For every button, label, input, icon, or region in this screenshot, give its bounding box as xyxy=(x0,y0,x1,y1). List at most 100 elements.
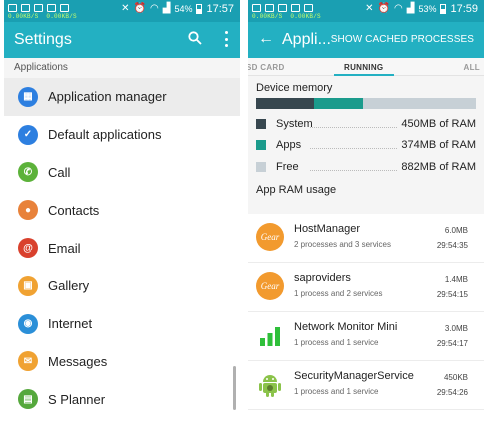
process-row-saproviders[interactable]: Gear saproviders 1 process and 2 service… xyxy=(248,263,484,312)
process-details: 1 process and 1 service xyxy=(294,338,379,347)
battery-icon xyxy=(196,4,203,14)
more-options-icon[interactable] xyxy=(224,31,228,47)
legend-label: Apps xyxy=(276,139,302,152)
process-list: Gear HostManager 2 processes and 3 servi… xyxy=(248,214,484,424)
tab-running[interactable]: RUNNING xyxy=(344,63,383,72)
message-icon: ✉ xyxy=(18,351,38,372)
download-speed: 0.00KB/S xyxy=(290,13,321,20)
tab-sd-card[interactable]: SD CARD xyxy=(248,63,285,72)
settings-item-label: Contacts xyxy=(48,202,100,218)
section-header: Applications xyxy=(14,62,68,73)
process-name: Network Monitor Mini xyxy=(294,321,398,333)
settings-item-label: Application manager xyxy=(48,89,167,105)
signal-icon: ▟ xyxy=(406,3,415,14)
calendar-icon: ▤ xyxy=(18,389,38,410)
legend-value: 374MB of RAM xyxy=(401,139,476,152)
settings-item-internet[interactable]: ◉ Internet xyxy=(4,305,240,343)
image-icon: ▣ xyxy=(18,275,38,296)
notification-icon xyxy=(265,4,274,12)
alarm-icon: ⏰ xyxy=(377,3,391,14)
process-row-hostmanager[interactable]: Gear HostManager 2 processes and 3 servi… xyxy=(248,214,484,263)
process-row-network-monitor-mini[interactable]: Network Monitor Mini 1 process and 1 ser… xyxy=(248,312,484,361)
network-speed: 0.00KB/S 0.00KB/S xyxy=(8,13,77,20)
notification-icon xyxy=(304,4,313,12)
legend-swatch xyxy=(256,140,266,151)
process-memory: 6.0MB xyxy=(444,226,468,235)
process-name: SecurityManagerService xyxy=(294,370,414,382)
tab-all[interactable]: ALL xyxy=(464,63,480,72)
app-bar: Settings xyxy=(4,22,240,58)
signal-bars-icon xyxy=(260,327,280,346)
settings-item-gallery[interactable]: ▣ Gallery xyxy=(4,267,240,305)
battery-icon xyxy=(440,4,447,14)
phone-icon: ✆ xyxy=(18,162,38,183)
alarm-icon: ⏰ xyxy=(133,3,147,14)
process-name: HostManager xyxy=(294,223,361,235)
process-uptime: 29:54:17 xyxy=(436,339,468,348)
process-details: 1 process and 1 service xyxy=(294,387,379,396)
at-icon: @ xyxy=(18,238,38,259)
settings-item-s-planner[interactable]: ▤ S Planner xyxy=(4,380,240,418)
wifi-icon: ◠ xyxy=(394,3,403,14)
page-title: Appli... xyxy=(282,31,331,48)
process-uptime: 29:54:15 xyxy=(436,290,468,299)
grid-check-icon: ✓ xyxy=(18,124,38,145)
signal-icon: ▟ xyxy=(162,3,171,14)
memory-row-apps: Apps 374MB of RAM xyxy=(256,135,476,157)
settings-item-label: S Planner xyxy=(48,391,106,407)
wifi-icon: ◠ xyxy=(150,3,159,14)
battery-percent: 54% xyxy=(174,4,193,14)
settings-item-label: Email xyxy=(48,240,81,256)
download-speed: 0.00KB/S xyxy=(46,13,77,20)
status-bar: 0.00KB/S 0.00KB/S ✕ ⏰ ◠ ▟ 53% 17:59 xyxy=(248,0,484,22)
process-details: 2 processes and 3 services xyxy=(294,240,391,249)
scrollbar-thumb[interactable] xyxy=(233,366,236,410)
person-icon: ● xyxy=(18,200,38,221)
legend-value: 450MB of RAM xyxy=(401,117,476,130)
settings-item-label: Messages xyxy=(48,353,108,369)
settings-item-default-applications[interactable]: ✓ Default applications xyxy=(4,116,240,154)
legend-label: Free xyxy=(276,160,299,173)
legend-swatch xyxy=(256,161,266,172)
process-memory: 450KB xyxy=(443,373,468,382)
search-icon[interactable] xyxy=(188,31,202,45)
status-bar: 0.00KB/S 0.00KB/S ✕ ⏰ ◠ ▟ 54% 17:57 xyxy=(4,0,240,22)
notification-icon xyxy=(252,4,261,12)
tab-indicator xyxy=(334,74,394,76)
battery-percent: 53% xyxy=(418,4,437,14)
legend-value: 882MB of RAM xyxy=(401,160,476,173)
clock: 17:59 xyxy=(450,3,478,15)
process-uptime: 29:54:35 xyxy=(436,241,468,250)
settings-item-label: Gallery xyxy=(48,278,90,294)
settings-item-label: Call xyxy=(48,164,71,180)
tab-bar: SD CARD RUNNING ALL xyxy=(248,58,484,76)
settings-screen: 0.00KB/S 0.00KB/S ✕ ⏰ ◠ ▟ 54% 17:57 Sett… xyxy=(4,0,240,424)
show-cached-processes-button[interactable]: SHOW CACHED PROCESSES xyxy=(331,34,474,45)
settings-item-label: Default applications xyxy=(48,127,162,143)
notification-icon xyxy=(34,4,43,12)
memory-bar-apps xyxy=(314,98,363,109)
legend-swatch xyxy=(256,118,266,129)
process-row-securitymanagerservice[interactable]: SecurityManagerService 1 process and 1 s… xyxy=(248,361,484,410)
settings-item-messages[interactable]: ✉ Messages xyxy=(4,343,240,381)
process-memory: 3.0MB xyxy=(444,324,468,333)
mute-icon: ✕ xyxy=(121,3,130,14)
settings-item-application-manager[interactable]: ▦ Application manager xyxy=(4,78,240,116)
settings-item-call[interactable]: ✆ Call xyxy=(4,154,240,192)
upload-speed: 0.00KB/S xyxy=(8,13,39,20)
memory-bar-free xyxy=(362,98,476,109)
notification-icon xyxy=(8,4,17,12)
back-arrow-icon[interactable]: ← xyxy=(258,30,274,48)
process-uptime: 29:54:26 xyxy=(436,388,468,397)
legend-label: System xyxy=(276,117,313,130)
settings-item-email[interactable]: @ Email xyxy=(4,229,240,267)
memory-bar-system xyxy=(256,98,315,109)
device-memory-title: Device memory xyxy=(256,82,333,94)
application-manager-screen: 0.00KB/S 0.00KB/S ✕ ⏰ ◠ ▟ 53% 17:59 ← Ap… xyxy=(248,0,484,424)
settings-item-contacts[interactable]: ● Contacts xyxy=(4,191,240,229)
mute-icon: ✕ xyxy=(365,3,374,14)
memory-row-free: Free 882MB of RAM xyxy=(256,156,476,178)
memory-usage-bar xyxy=(256,98,476,109)
notification-icon xyxy=(278,4,287,12)
grid-icon: ▦ xyxy=(18,86,38,107)
